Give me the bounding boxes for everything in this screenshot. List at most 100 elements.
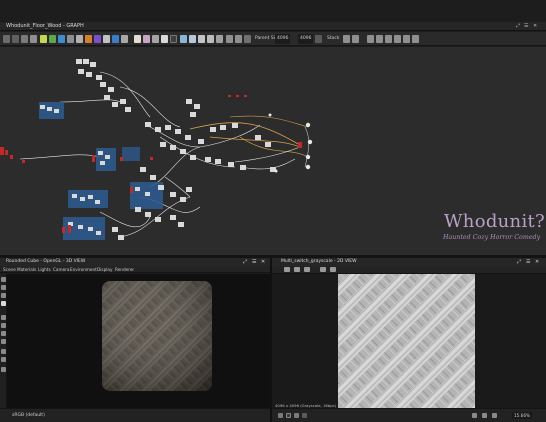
fit-icon[interactable] xyxy=(482,413,487,418)
float-icon[interactable]: ⤢ xyxy=(517,258,521,266)
levels-node-icon[interactable] xyxy=(58,35,65,43)
pan-icon[interactable] xyxy=(1,331,6,336)
normal-node-icon[interactable] xyxy=(112,35,119,43)
channel-a-icon[interactable] xyxy=(302,413,307,418)
view2d-titlebar: Multi_switch_grayscale - 2D VIEW ⤢ ☰ ✕ xyxy=(272,258,546,266)
menu-renderer[interactable]: Renderer xyxy=(115,266,134,273)
node-cluster[interactable] xyxy=(40,59,276,240)
view3d-sidebar xyxy=(0,274,7,408)
close-icon[interactable]: ✕ xyxy=(535,258,539,266)
menu-scene[interactable]: Scene xyxy=(3,266,16,273)
svg-node-icon[interactable] xyxy=(161,35,168,43)
wire xyxy=(199,124,261,148)
sort-icon-2[interactable] xyxy=(352,35,359,43)
output-node-icon[interactable] xyxy=(134,35,141,43)
grid-icon[interactable] xyxy=(1,349,6,354)
comment-tool-icon[interactable] xyxy=(30,35,37,43)
channel-b-icon[interactable] xyxy=(294,413,299,418)
tiling-icon[interactable] xyxy=(472,413,477,418)
sort-icon[interactable] xyxy=(343,35,350,43)
float-icon[interactable]: ⤢ xyxy=(516,22,520,31)
align-bottom-icon[interactable] xyxy=(385,35,392,43)
blend-mode-label: Stack xyxy=(327,36,340,41)
parent-size-dropdown[interactable]: 4096 xyxy=(275,34,291,44)
hsl-node-icon[interactable] xyxy=(94,35,101,43)
text-node-icon[interactable] xyxy=(170,35,177,43)
align-right-icon[interactable] xyxy=(235,35,242,43)
menu-environment[interactable]: Environment xyxy=(70,266,97,273)
menu-icon[interactable]: ☰ xyxy=(526,258,530,266)
view2d-statusbar: 15.66% xyxy=(272,408,546,422)
graph-settings-icon[interactable] xyxy=(244,35,251,43)
view2d-viewport[interactable] xyxy=(272,274,546,408)
wire xyxy=(99,211,151,228)
grayscale-texture-preview xyxy=(338,274,475,408)
menu-display[interactable]: Display xyxy=(97,266,112,273)
bitmap-node-icon[interactable] xyxy=(152,35,159,43)
frame-comment[interactable] xyxy=(122,147,140,161)
fxmap-node-icon[interactable] xyxy=(180,35,187,43)
copy-icon[interactable] xyxy=(294,267,300,272)
align-left-icon[interactable] xyxy=(226,35,233,43)
blend-node-icon[interactable] xyxy=(49,35,56,43)
zoom-level[interactable]: 15.66% xyxy=(512,412,532,419)
pan-tool-icon[interactable] xyxy=(12,35,19,43)
align-middle-icon[interactable] xyxy=(376,35,383,43)
select-tool-icon[interactable] xyxy=(3,35,10,43)
float-icon[interactable]: ⤢ xyxy=(243,258,247,266)
input-node-icon[interactable] xyxy=(143,35,150,43)
align-top-icon[interactable] xyxy=(367,35,374,43)
pixel-processor-icon[interactable] xyxy=(189,35,196,43)
view2d-toolbar xyxy=(272,266,546,274)
watermark-title: Whodunit? xyxy=(444,211,545,232)
rotate-icon[interactable] xyxy=(1,323,6,328)
grid-icon[interactable] xyxy=(412,35,419,43)
frame-node-icon[interactable] xyxy=(216,35,223,43)
uniform-color-node-icon[interactable] xyxy=(76,35,83,43)
menu-materials[interactable]: Materials xyxy=(17,266,36,273)
channel-g-icon[interactable] xyxy=(286,413,291,418)
wire xyxy=(304,126,309,168)
lock-icon[interactable] xyxy=(315,35,322,43)
close-icon[interactable]: ✕ xyxy=(261,258,265,266)
zoom-icon[interactable] xyxy=(1,315,6,320)
dot-node-icon[interactable] xyxy=(207,35,214,43)
view3d-title: Rounded Cube - OpenGL - 3D VIEW xyxy=(6,259,86,264)
gradient-map-node-icon[interactable] xyxy=(85,35,92,43)
wire xyxy=(149,146,201,188)
channels-icon[interactable] xyxy=(320,267,326,272)
frame-tool-icon[interactable] xyxy=(21,35,28,43)
menu-icon[interactable]: ☰ xyxy=(524,22,528,31)
menu-camera[interactable]: Camera xyxy=(53,266,69,273)
menu-lights[interactable]: Lights xyxy=(38,266,51,273)
size-dropdown[interactable]: 4096 xyxy=(298,34,314,44)
light-icon[interactable] xyxy=(1,285,6,290)
colorspace-dropdown[interactable]: sRGB (default) xyxy=(12,413,45,418)
zoom-icon[interactable] xyxy=(492,413,497,418)
view2d-title: Multi_switch_grayscale - 2D VIEW xyxy=(281,259,357,264)
reset-icon[interactable] xyxy=(1,339,6,344)
menu-icon[interactable]: ☰ xyxy=(252,258,256,266)
wire xyxy=(19,154,101,160)
camera-icon[interactable] xyxy=(304,267,310,272)
graph-canvas[interactable]: Whodunit? Haunted Cozy Horror Comedy xyxy=(0,47,546,255)
camera-icon[interactable] xyxy=(1,277,6,282)
warp-node-icon[interactable] xyxy=(103,35,110,43)
distribute-icon[interactable] xyxy=(394,35,401,43)
view3d-viewport[interactable] xyxy=(7,274,270,408)
transform-node-icon[interactable] xyxy=(67,35,74,43)
display-icon[interactable] xyxy=(1,301,6,306)
histogram-icon[interactable] xyxy=(330,267,336,272)
axis-icon[interactable] xyxy=(1,357,6,362)
view3d-titlebar: Rounded Cube - OpenGL - 3D VIEW ⤢ ☰ ✕ xyxy=(0,258,270,266)
value-processor-icon[interactable] xyxy=(198,35,205,43)
channel-r-icon[interactable] xyxy=(278,413,283,418)
material-icon[interactable] xyxy=(1,293,6,298)
atomic-node-icon[interactable] xyxy=(40,35,47,43)
snap-icon[interactable] xyxy=(403,35,410,43)
curve-node-icon[interactable] xyxy=(121,35,128,43)
wire xyxy=(239,158,296,170)
screenshot-icon[interactable] xyxy=(1,367,6,372)
save-icon[interactable] xyxy=(284,267,290,272)
close-icon[interactable]: ✕ xyxy=(533,22,537,31)
